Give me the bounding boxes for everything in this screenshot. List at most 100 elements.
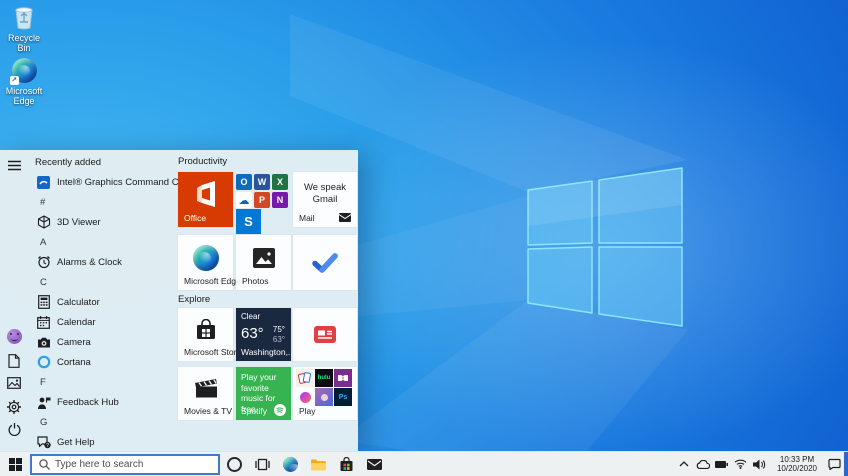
taskbar-store-button[interactable] [332,452,360,476]
tile-skype[interactable]: S [236,209,261,234]
edge-icon [283,457,298,472]
tile-play-folder[interactable]: hulu Ps Play [293,367,357,420]
tile-spotify[interactable]: Play your favorite music for free. Spoti… [236,367,291,420]
tile-group-title-explore[interactable]: Explore [178,294,210,305]
tile-weather[interactable]: Clear 63° 75° 63° Washington,... [236,308,291,361]
outlook-icon[interactable]: O [236,174,252,190]
tray-onedrive[interactable] [693,452,712,476]
search-icon [39,459,50,470]
tile-office[interactable]: Office [178,172,233,227]
taskbar-mail-button[interactable] [360,452,388,476]
letter-section-g[interactable]: G [28,412,174,432]
tile-group-title-productivity[interactable]: Productivity [178,156,227,167]
app-item-camera[interactable]: Camera [28,332,174,352]
weather-temp: 63° [241,325,264,342]
taskbar-cortana-button[interactable] [220,452,248,476]
tile-news[interactable] [293,308,357,361]
letter-section-f[interactable]: F [28,372,174,392]
task-view-button[interactable] [248,452,276,476]
onedrive-icon[interactable]: ☁ [236,192,252,208]
tray-network[interactable] [731,452,750,476]
tile-office-apps-folder[interactable]: O W X ☁ P N [236,174,288,208]
power-button[interactable] [0,418,28,440]
start-menu: Recently added Intel® Graphics Command C… [0,150,358,452]
pictures-button[interactable] [0,372,28,394]
store-icon [339,457,354,472]
dolby-icon[interactable] [334,369,352,387]
game-art-icon[interactable] [315,388,333,406]
task-view-icon [255,458,270,471]
clock-time: 10:33 PM [771,455,823,464]
messenger-icon[interactable] [296,388,314,406]
cortana-ring-icon [227,457,242,472]
tile-movies-tv[interactable]: Movies & TV [178,367,233,420]
clock-date: 10/20/2020 [771,464,823,473]
user-account-button[interactable] [0,325,28,347]
shortcut-arrow-badge: ↗ [10,76,19,85]
app-item-calendar[interactable]: Calendar [28,312,174,332]
mail-promo-line2: Gmail [293,194,357,206]
app-item-3d-viewer[interactable]: 3D Viewer [28,212,174,232]
calendar-icon [36,315,51,330]
desktop-icon-recycle-bin[interactable]: Recycle Bin [2,4,46,53]
documents-button[interactable] [0,350,28,372]
taskbar-search[interactable] [30,454,220,475]
word-icon[interactable]: W [254,174,270,190]
start-button[interactable] [0,452,30,476]
app-item-get-help[interactable]: ? Get Help [28,432,174,452]
show-desktop-button[interactable] [844,452,848,476]
calculator-icon [36,295,51,310]
powerpoint-icon[interactable]: P [254,192,270,208]
document-icon [8,354,20,368]
weather-condition: Clear [241,312,260,321]
system-tray: 10:33 PM 10/20/2020 [674,452,848,476]
office-logo-icon [178,172,233,215]
action-center-button[interactable] [825,452,844,476]
power-icon [8,423,21,436]
app-item-alarms-clock[interactable]: Alarms & Clock [28,252,174,272]
taskbar-file-explorer-button[interactable] [304,452,332,476]
tile-to-do[interactable] [293,235,357,290]
tray-show-hidden-icons[interactable] [674,452,693,476]
windows-logo-icon [9,458,22,471]
app-item-calculator[interactable]: Calculator [28,292,174,312]
mail-promo-line1: We speak [293,182,357,194]
todo-check-icon [293,235,357,290]
app-item-intel-graphics[interactable]: Intel® Graphics Command Center [28,172,174,192]
letter-section-hash[interactable]: # [28,192,174,212]
letter-section-c[interactable]: C [28,272,174,292]
tile-photos[interactable]: Photos [236,235,291,290]
svg-text:?: ? [45,443,48,449]
weather-high: 75° [273,325,285,334]
feedback-hub-icon [36,395,51,410]
3d-viewer-icon [36,215,51,230]
settings-button[interactable] [0,396,28,418]
desktop-icon-microsoft-edge[interactable]: ↗ Microsoft Edge [2,57,46,106]
taskbar-clock[interactable]: 10:33 PM 10/20/2020 [769,455,825,473]
file-explorer-icon [310,458,326,471]
photoshop-icon[interactable]: Ps [334,388,352,406]
taskbar-edge-button[interactable] [276,452,304,476]
app-item-feedback-hub[interactable]: Feedback Hub [28,392,174,412]
recycle-bin-icon [2,4,46,30]
onenote-icon[interactable]: N [272,192,288,208]
tray-volume[interactable] [750,452,769,476]
taskbar: 10:33 PM 10/20/2020 [0,451,848,476]
desktop-icon-label: Microsoft Edge [2,86,46,106]
hulu-icon[interactable]: hulu [315,369,333,387]
tile-microsoft-store[interactable]: Microsoft Store [178,308,233,361]
pictures-icon [7,377,21,389]
solitaire-icon[interactable] [296,369,314,387]
weather-location: Washington,... [241,347,295,357]
tile-mail[interactable]: We speak Gmail Mail [293,172,357,227]
chevron-up-icon [679,461,689,467]
tray-battery[interactable] [712,452,731,476]
expand-menu-button[interactable] [0,154,28,176]
cortana-icon [36,355,51,370]
app-item-cortana[interactable]: Cortana [28,352,174,372]
letter-section-a[interactable]: A [28,232,174,252]
excel-icon[interactable]: X [272,174,288,190]
tile-microsoft-edge[interactable]: Microsoft Edge [178,235,233,290]
onedrive-cloud-icon [696,460,710,469]
search-input[interactable] [55,459,218,470]
